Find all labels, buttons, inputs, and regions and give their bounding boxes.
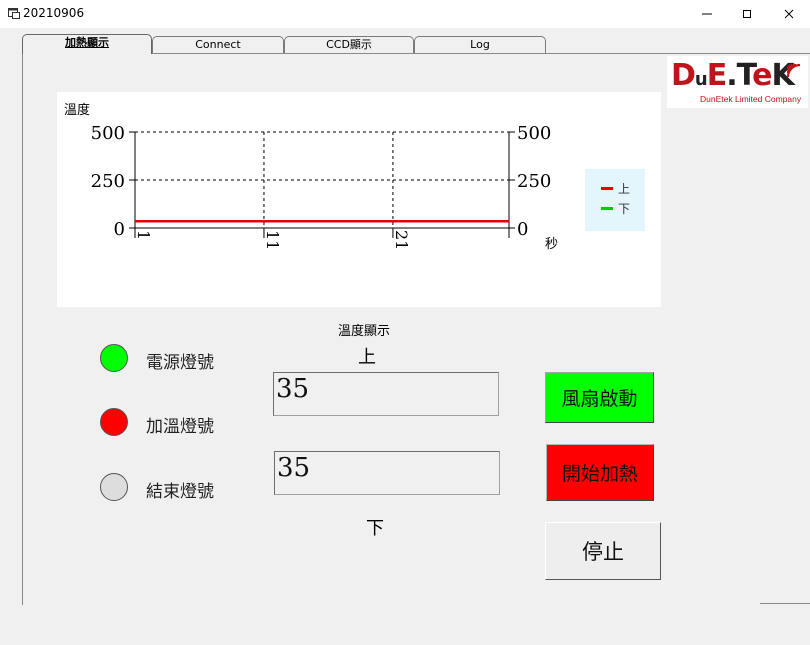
tab-label: Connect [195,38,241,51]
upper-temp-field[interactable]: 35 [273,372,499,416]
power-lamp-indicator [100,344,128,372]
tab-ccd-display[interactable]: CCD顯示 [284,36,414,53]
heating-lamp-label: 加溫燈號 [146,417,214,437]
tab-panel-border-left [22,53,23,605]
heating-lamp: 加溫燈號 [100,406,214,438]
chart-x-tick-label: 11 [263,230,282,250]
end-lamp: 結束燈號 [100,471,214,503]
temperature-display-heading: 溫度顯示 [338,324,391,339]
legend-label: 上 [618,182,631,196]
lower-temp-field[interactable]: 35 [274,451,500,495]
chart-y-tick-label: 500 [91,123,125,144]
maximize-icon[interactable] [730,0,764,28]
window-title: 20210906 [23,6,85,20]
tab-label: 加熱顯示 [65,36,109,49]
legend-swatch [601,187,613,190]
upper-temp-label: 上 [358,347,376,368]
chart-x-tick-label: 21 [392,230,411,250]
tab-log[interactable]: Log [414,36,546,53]
end-lamp-indicator [100,473,128,501]
chart-legend: 上 下 [585,169,645,231]
chart-y-tick-label: 250 [91,171,125,192]
logo-subtitle: DunEtek Limited Company [700,94,802,104]
fan-start-button[interactable]: 風扇啟動 [545,372,654,423]
legend-item-lower: 下 [601,200,630,217]
window-titlebar: 20210906 [0,0,810,29]
tab-connect[interactable]: Connect [152,36,284,53]
legend-swatch [601,207,613,210]
company-logo: DuE.TeK DunEtek Limited Company [667,56,808,108]
power-lamp: 電源燈號 [100,342,214,374]
chart-y-tick-label-right: 0 [517,219,528,240]
legend-item-upper: 上 [601,180,630,197]
tab-label: CCD顯示 [326,38,372,51]
heating-lamp-indicator [100,408,128,436]
chart-y-tick-label-right: 250 [517,171,551,192]
tab-label: Log [470,38,490,51]
temperature-chart: 溫度 0 0 250 250 500 500 1 11 21 秒 上 下 [57,92,661,307]
tab-heating-display[interactable]: 加熱顯示 [22,34,152,54]
power-lamp-label: 電源燈號 [146,353,214,373]
legend-label: 下 [618,202,631,216]
chart-x-unit-label: 秒 [545,237,558,252]
chart-y-tick-label-right: 500 [517,123,551,144]
signal-waves-icon [786,63,801,78]
chart-x-tick-label: 1 [134,230,153,240]
end-lamp-label: 結束燈號 [146,482,214,502]
lower-temp-label: 下 [366,518,384,539]
minimize-icon[interactable] [690,0,724,28]
app-icon [8,8,20,19]
stop-button[interactable]: 停止 [545,522,661,580]
close-icon[interactable] [772,0,806,28]
logo-wordmark: DuE.TeK [671,58,795,93]
chart-y-tick-label: 0 [114,219,125,240]
chart-plot: 0 0250 250500 5001 11 21 秒 [91,123,558,252]
start-heating-button[interactable]: 開始加熱 [546,444,654,501]
tab-panel-border-bottom [760,603,810,604]
